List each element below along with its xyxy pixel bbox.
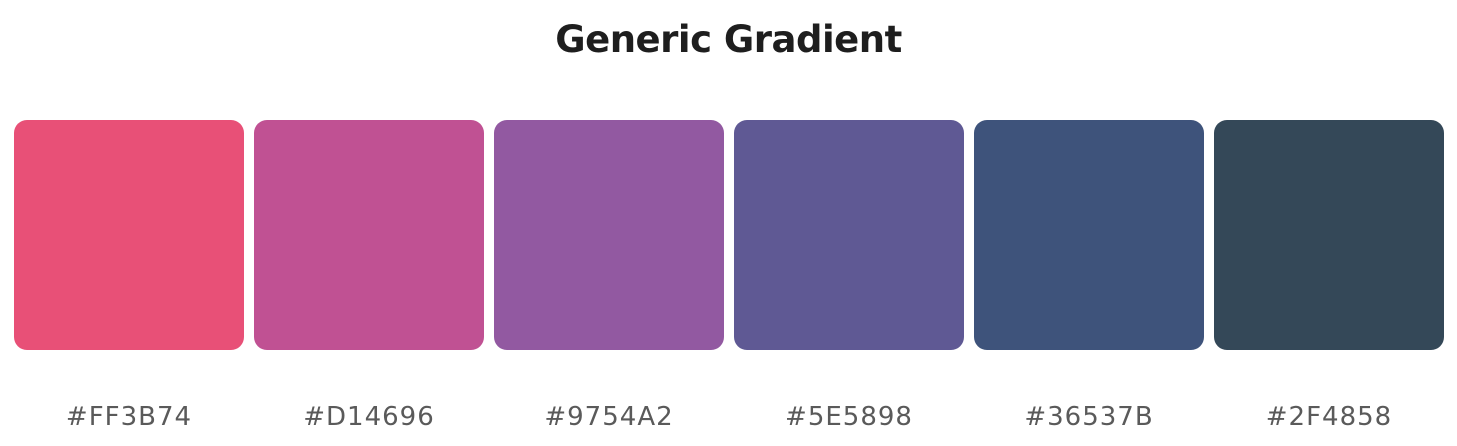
swatch-item: #2F4858 xyxy=(1214,120,1444,433)
palette-title: Generic Gradient xyxy=(555,18,902,61)
swatch-hex-label: #2F4858 xyxy=(1265,402,1393,432)
color-swatch[interactable] xyxy=(974,120,1204,350)
swatch-item: #D14696 xyxy=(254,120,484,433)
swatch-item: #36537B xyxy=(974,120,1204,433)
color-swatch[interactable] xyxy=(254,120,484,350)
swatch-hex-label: #36537B xyxy=(1024,402,1154,432)
swatch-item: #FF3B74 xyxy=(14,120,244,433)
color-swatch[interactable] xyxy=(14,120,244,350)
swatch-hex-label: #9754A2 xyxy=(544,402,674,432)
color-swatch[interactable] xyxy=(1214,120,1444,350)
swatch-item: #9754A2 xyxy=(494,120,724,433)
swatch-hex-label: #FF3B74 xyxy=(65,402,193,432)
color-palette: #FF3B74 #D14696 #9754A2 #5E5898 #36537B … xyxy=(14,120,1444,433)
color-swatch[interactable] xyxy=(734,120,964,350)
swatch-hex-label: #D14696 xyxy=(303,402,435,432)
swatch-item: #5E5898 xyxy=(734,120,964,433)
color-swatch[interactable] xyxy=(494,120,724,350)
swatch-hex-label: #5E5898 xyxy=(785,402,913,432)
